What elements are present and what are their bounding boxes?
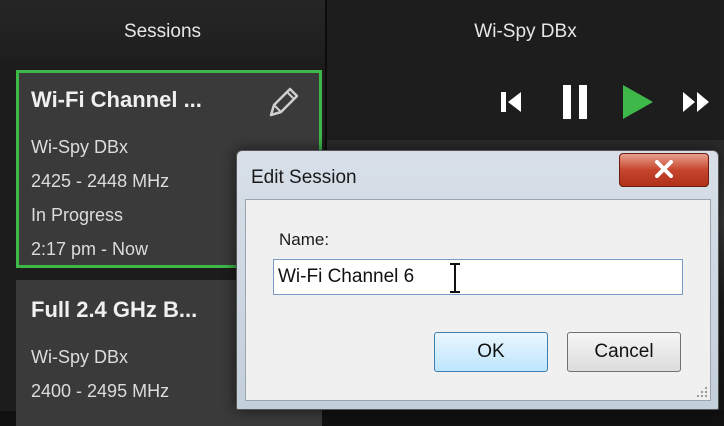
session-frequency: 2400 - 2495 MHz — [31, 381, 170, 401]
resize-grip-icon[interactable] — [696, 386, 708, 398]
player-header: Wi-Spy DBx — [474, 21, 577, 42]
name-label: Name: — [279, 230, 330, 249]
session-time: 2:17 pm - Now — [31, 239, 149, 259]
session-frequency: 2425 - 2448 MHz — [31, 171, 170, 191]
name-input[interactable] — [273, 259, 683, 295]
play-icon[interactable] — [615, 80, 659, 124]
cancel-button[interactable]: Cancel — [567, 332, 681, 372]
dialog-title: Edit Session — [251, 167, 357, 188]
app-window: Sessions Wi-Fi Channel ... Wi-Spy DBx 24… — [0, 0, 724, 426]
edit-session-dialog: Edit Session Name: OK Cancel — [236, 150, 719, 410]
sessions-header: Sessions — [0, 0, 325, 62]
ok-button[interactable]: OK — [434, 332, 548, 372]
session-status: In Progress — [31, 205, 124, 225]
dialog-body: Name: OK Cancel — [245, 199, 711, 401]
close-button[interactable] — [619, 153, 709, 187]
text-cursor-icon — [450, 263, 460, 293]
pause-icon[interactable] — [553, 80, 597, 124]
pencil-icon[interactable] — [263, 83, 303, 123]
session-device: Wi-Spy DBx — [31, 347, 129, 367]
session-title: Full 2.4 GHz B... — [31, 297, 198, 322]
session-device: Wi-Spy DBx — [31, 137, 129, 157]
skip-back-icon[interactable] — [491, 80, 535, 124]
fast-forward-icon[interactable] — [675, 80, 719, 124]
close-icon — [655, 160, 673, 178]
session-title: Wi-Fi Channel ... — [31, 87, 202, 112]
